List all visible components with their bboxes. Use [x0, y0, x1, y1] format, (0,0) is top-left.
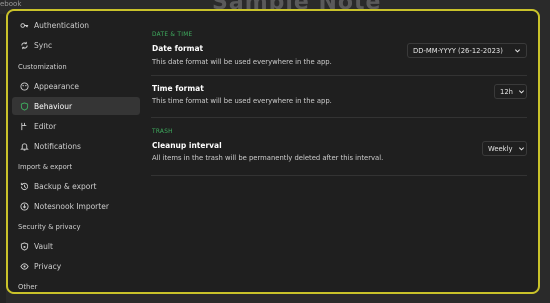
- vault-icon: [19, 241, 29, 251]
- divider: [151, 75, 527, 76]
- sidebar-item-appearance[interactable]: Appearance: [12, 77, 140, 95]
- sidebar-item-authentication[interactable]: Authentication: [12, 16, 140, 34]
- sidebar-item-notesnook-importer[interactable]: Notesnook Importer: [12, 197, 140, 215]
- sidebar-item-behaviour[interactable]: Behaviour: [12, 97, 140, 115]
- sidebar-item-label: Backup & export: [34, 181, 97, 191]
- palette-icon: [19, 81, 29, 91]
- sidebar-item-label: Notifications: [34, 141, 81, 151]
- section-security-privacy: Security & privacy: [18, 223, 81, 231]
- sidebar-item-label: Sync: [34, 40, 53, 50]
- date-format-value: DD-MM-YYYY (26-12-2023): [413, 46, 503, 55]
- key-icon: [19, 20, 29, 30]
- time-format-description: This time format will be used everywhere…: [152, 97, 332, 105]
- sidebar-item-label: Behaviour: [34, 101, 73, 111]
- sidebar-item-label: Appearance: [34, 81, 80, 91]
- settings-content: DATE & TIME Date format This date format…: [151, 11, 534, 292]
- date-format-title: Date format: [152, 44, 204, 53]
- settings-dialog: Authentication Sync Customization Appear…: [6, 9, 540, 294]
- divider: [151, 117, 527, 118]
- import-icon: [19, 201, 29, 211]
- group-header-trash: TRASH: [152, 129, 173, 135]
- cleanup-interval-title: Cleanup interval: [152, 141, 222, 150]
- sidebar-item-notifications[interactable]: Notifications: [12, 137, 140, 155]
- section-import-export: Import & export: [18, 163, 73, 171]
- cleanup-interval-description: All items in the trash will be permanent…: [152, 154, 384, 162]
- bell-icon: [19, 141, 29, 151]
- sidebar-item-label: Authentication: [34, 20, 90, 30]
- chevron-down-icon: [518, 88, 525, 95]
- sync-icon: [19, 40, 29, 50]
- editor-icon: [19, 121, 29, 131]
- time-format-value: 12h: [500, 87, 513, 96]
- sidebar-item-backup-export[interactable]: Backup & export: [12, 177, 140, 195]
- backdrop-breadcrumb: ebook: [0, 0, 22, 8]
- sidebar-item-label: Vault: [34, 241, 53, 251]
- eye-icon: [19, 261, 29, 271]
- sidebar-item-label: Notesnook Importer: [34, 201, 109, 211]
- section-customization: Customization: [18, 63, 67, 71]
- shield-icon: [19, 101, 29, 111]
- time-format-select[interactable]: 12h: [494, 84, 527, 99]
- backup-icon: [19, 181, 29, 191]
- chevron-down-icon: [518, 145, 525, 152]
- sidebar-item-label: Editor: [34, 121, 57, 131]
- chevron-down-icon: [514, 47, 521, 54]
- sidebar-item-label: Privacy: [34, 261, 62, 271]
- cleanup-interval-select[interactable]: Weekly: [482, 141, 527, 156]
- group-header-date-time: DATE & TIME: [152, 32, 193, 38]
- cleanup-interval-value: Weekly: [488, 144, 513, 153]
- date-format-description: This date format will be used everywhere…: [152, 58, 332, 66]
- sidebar-item-privacy[interactable]: Privacy: [12, 257, 140, 275]
- section-other: Other: [18, 283, 38, 291]
- sidebar-item-editor[interactable]: Editor: [12, 117, 140, 135]
- date-format-select[interactable]: DD-MM-YYYY (26-12-2023): [407, 43, 527, 58]
- settings-sidebar: Authentication Sync Customization Appear…: [8, 11, 144, 292]
- sidebar-item-vault[interactable]: Vault: [12, 237, 140, 255]
- sidebar-item-sync[interactable]: Sync: [12, 36, 140, 54]
- divider: [151, 175, 527, 176]
- time-format-title: Time format: [152, 84, 204, 93]
